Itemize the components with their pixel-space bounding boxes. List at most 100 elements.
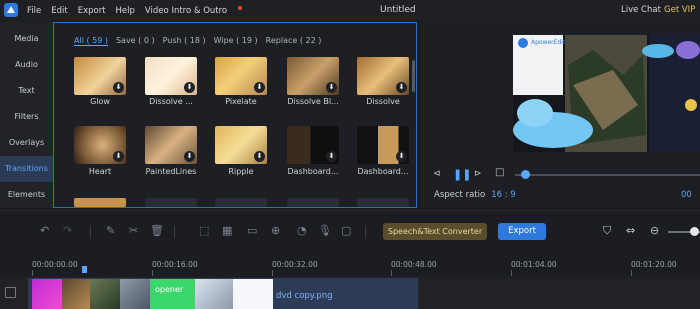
download-icon[interactable]: ⬇ [184,151,195,162]
ruler-label: 00:00:48.00 [391,260,437,269]
nav-audio[interactable]: Audio [0,52,53,78]
timeline-clip[interactable] [90,279,120,309]
transition-thumb-dashboard-2[interactable]: ⬇ [357,126,409,164]
video-preview: ApowerEdit [513,35,700,152]
nav-media[interactable]: Media [0,26,53,52]
undo-icon[interactable]: ↶ [40,224,49,237]
download-icon[interactable]: ⬇ [254,151,265,162]
transitions-library: All ( 59 ) Save ( 0 ) Push ( 18 ) Wipe (… [53,22,417,208]
seek-handle[interactable] [521,170,530,179]
timeline-clip[interactable] [62,279,90,309]
nav-transitions[interactable]: Transitions [0,156,53,182]
nav-text[interactable]: Text [0,78,53,104]
speed-icon[interactable]: ◔ [297,224,307,237]
tab-push[interactable]: Push ( 18 ) [163,36,206,46]
live-chat-link[interactable]: Live Chat [621,5,661,15]
transition-thumb-dissolve[interactable]: ⬇ [145,57,197,95]
nav-filters[interactable]: Filters [0,104,53,130]
transition-thumb-paintedlines[interactable]: ⬇ [145,126,197,164]
timeline-clip[interactable] [32,279,62,309]
tab-wipe[interactable]: Wipe ( 19 ) [214,36,258,46]
ruler-tick [272,270,273,276]
mosaic-icon[interactable]: ▦ [222,224,232,237]
tab-save[interactable]: Save ( 0 ) [116,36,155,46]
microphone-icon[interactable]: 🎙 [318,224,332,237]
nav-elements[interactable]: Elements [0,182,53,208]
aspect-ratio: Aspect ratio 16 : 9 [434,190,516,200]
scissors-icon[interactable]: ✂ [129,224,138,237]
transition-label: Dashboard... [287,167,339,176]
download-icon[interactable]: ⬇ [396,151,407,162]
download-icon[interactable]: ⬇ [396,82,407,93]
transition-label: PaintedLines [145,167,197,176]
zoom-icon[interactable]: ⊕ [271,224,280,237]
transition-thumb-glow[interactable]: ⬇ [74,57,126,95]
crop-icon[interactable]: ⬚ [199,224,209,237]
menu-edit[interactable]: Edit [51,6,67,16]
prev-frame-button[interactable]: ⊲ [433,169,441,179]
menu-video-intro-outro[interactable]: Video Intro & Outro [145,5,243,16]
menu-help[interactable]: Help [116,6,135,16]
download-icon[interactable]: ⬇ [113,82,124,93]
transition-thumb-ripple[interactable]: ⬇ [215,126,267,164]
aspect-ratio-label: Aspect ratio [434,190,486,200]
transition-thumb-pixelate[interactable]: ⬇ [215,57,267,95]
timeline-clip[interactable] [120,279,150,309]
timeline-clip[interactable] [195,279,233,309]
pen-icon[interactable]: ✎ [106,224,115,237]
menu-file[interactable]: File [27,6,41,16]
fit-timeline-icon[interactable]: ⇔ [626,224,635,237]
seek-bar[interactable] [515,174,700,176]
download-icon[interactable]: ⬇ [326,82,337,93]
ruler-label: 00:01:20.00 [631,260,677,269]
freeze-icon[interactable]: ▭ [247,224,257,237]
transition-label: Pixelate [225,97,257,106]
shield-icon[interactable]: ⛉ [603,224,611,238]
tab-all[interactable]: All ( 59 ) [74,36,108,46]
transition-thumb-partial[interactable] [287,198,339,207]
menu-bar: File Edit Export Help Video Intro & Outr… [27,0,252,21]
timeline-clip-opener[interactable]: opener [150,279,195,309]
download-icon[interactable]: ⬇ [326,151,337,162]
delete-icon[interactable]: 🗑 [150,224,164,237]
transition-thumb-dissolve-blur[interactable]: ⬇ [287,57,339,95]
menu-export[interactable]: Export [78,6,106,16]
transition-label: Dissolve Bl... [287,97,339,106]
transition-thumb-dashboard-1[interactable]: ⬇ [287,126,339,164]
timeline-zoom-handle[interactable] [690,227,699,236]
nav-overlays[interactable]: Overlays [0,130,53,156]
transition-thumb-partial[interactable] [145,198,197,207]
transition-thumb-partial[interactable] [74,198,126,207]
download-icon[interactable]: ⬇ [184,82,195,93]
aspect-ratio-value[interactable]: 16 : 9 [491,190,516,200]
library-tabs: All ( 59 ) Save ( 0 ) Push ( 18 ) Wipe (… [74,36,329,46]
transition-thumb-heart[interactable]: ⬇ [74,126,126,164]
ruler-label: 00:01:04.00 [511,260,557,269]
stop-button[interactable]: □ [495,167,504,178]
redo-icon[interactable]: ↷ [63,224,72,237]
download-icon[interactable]: ⬇ [113,151,124,162]
transition-thumb-partial[interactable] [357,198,409,207]
track-lock-icon[interactable] [5,287,16,298]
playhead[interactable] [82,266,87,273]
get-vip-link[interactable]: Get VIP [664,5,695,15]
tab-replace[interactable]: Replace ( 22 ) [266,36,322,46]
ruler-tick [32,270,33,276]
next-frame-button[interactable]: ⊳ [474,169,482,179]
timeline-ruler[interactable] [0,255,700,277]
timeline-clip-image[interactable] [233,279,273,309]
toolbar-divider [365,226,366,238]
ruler-tick [391,270,392,276]
ruler-tick [631,270,632,276]
zoom-out-icon[interactable]: ⊖ [650,224,659,237]
chat-icon[interactable]: ▢ [341,224,351,237]
transition-thumb-dissolve-2[interactable]: ⬇ [357,57,409,95]
clip-filename: dvd copy.png [276,291,333,301]
export-button[interactable]: Export [498,223,546,240]
library-scrollbar[interactable] [412,60,415,92]
pause-button[interactable]: ❚❚ [453,168,471,181]
transition-thumb-partial[interactable] [215,198,267,207]
speech-text-converter-button[interactable]: Speech&Text Converter [383,223,487,240]
download-icon[interactable]: ⬇ [254,82,265,93]
preview-frame-image [513,35,700,152]
